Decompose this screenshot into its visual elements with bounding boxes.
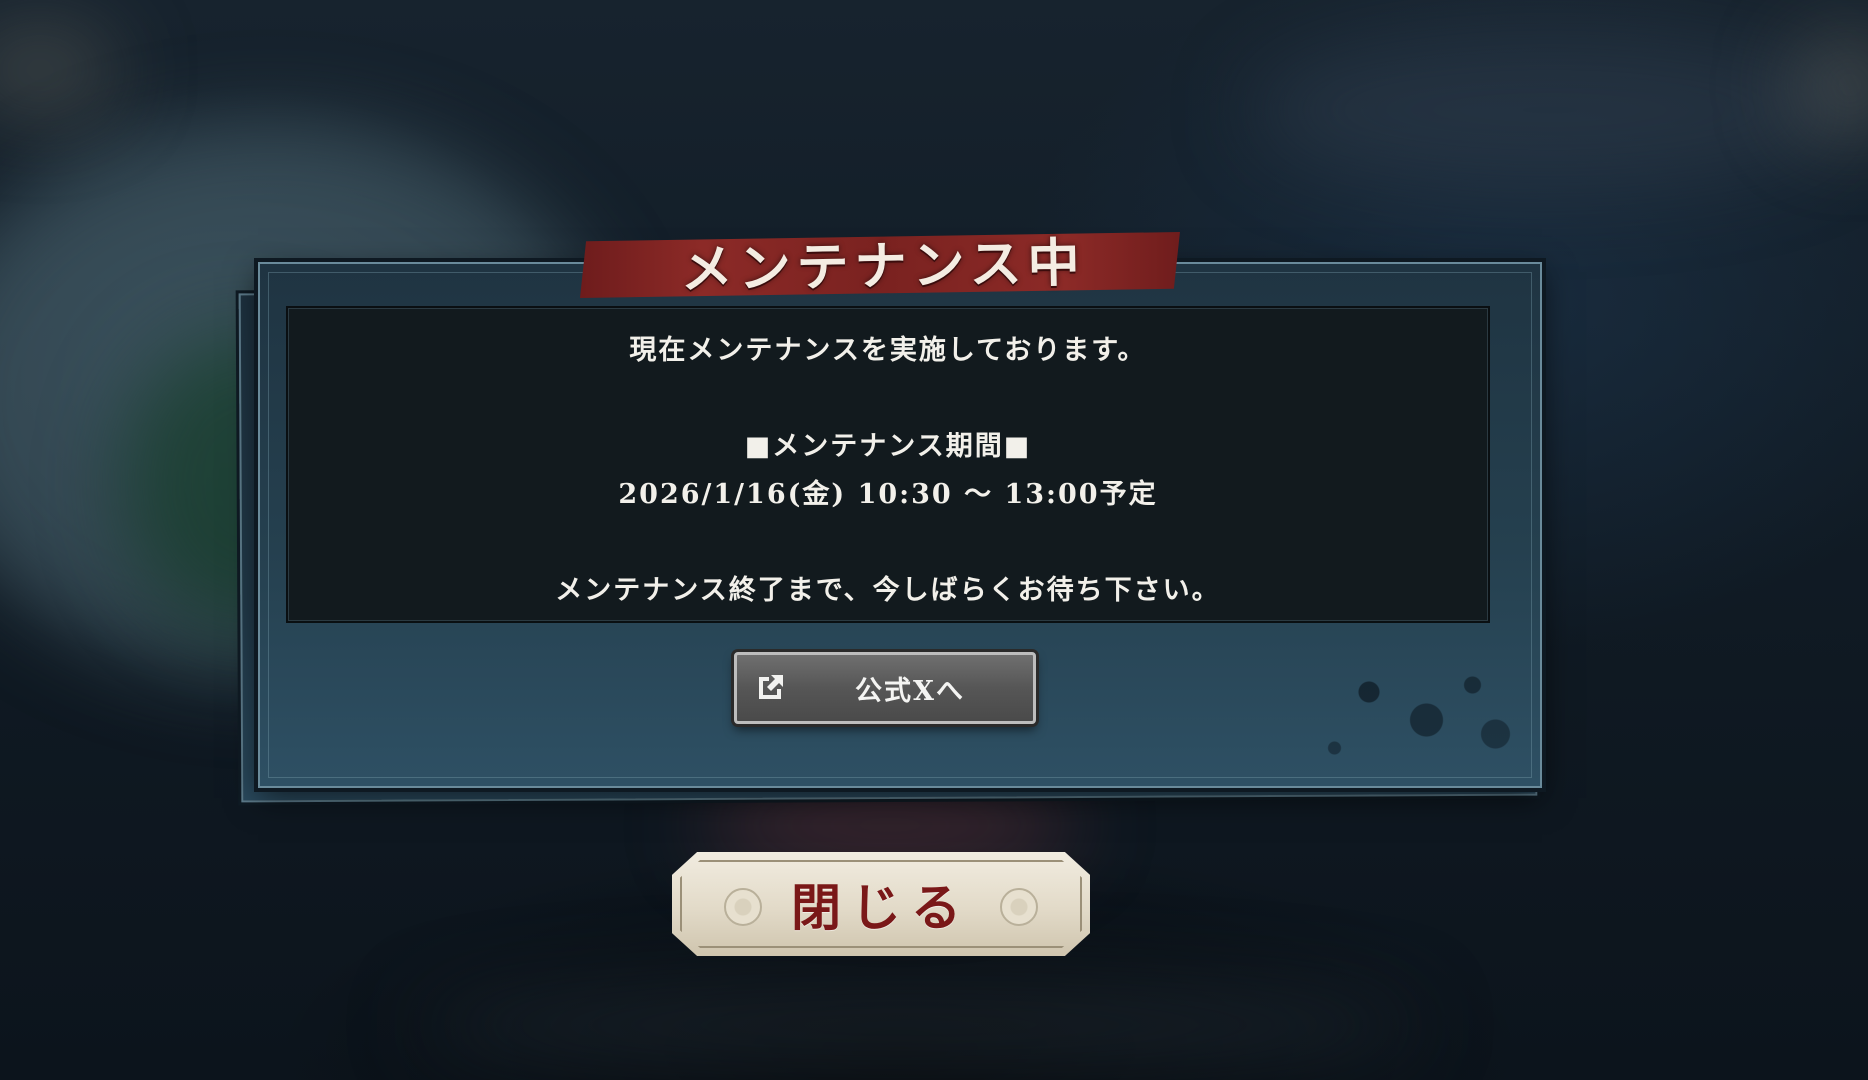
official-x-button-label: 公式Xへ [855, 675, 965, 707]
close-button[interactable]: 閉じる [672, 852, 1090, 956]
blurred-background-shape [1250, 30, 1850, 190]
maintenance-period-value: 2026/1/16(金) 10:30 ～ 13:00予定 [618, 479, 1158, 510]
maintenance-notice-text: 現在メンテナンスを実施しております。 [629, 335, 1147, 366]
blurred-background-shape [420, 980, 1420, 1070]
official-x-button[interactable]: 公式Xへ [734, 652, 1036, 724]
ink-splatter-decoration [1300, 636, 1530, 776]
message-box: 現在メンテナンスを実施しております。 ■メンテナンス期間■ 2026/1/16(… [286, 306, 1490, 623]
blurred-background-shape [0, 20, 120, 120]
please-wait-text: メンテナンス終了まで、今しばらくお待ち下さい。 [555, 575, 1221, 606]
maintenance-period-heading: ■メンテナンス期間■ [744, 431, 1032, 462]
close-button-label: 閉じる [791, 878, 971, 937]
external-link-icon [759, 675, 783, 699]
dialog-title: メンテナンス中 [680, 231, 1087, 301]
game-screen: メンテナンス中 現在メンテナンスを実施しております。 ■メンテナンス期間■ 20… [0, 0, 1868, 1080]
